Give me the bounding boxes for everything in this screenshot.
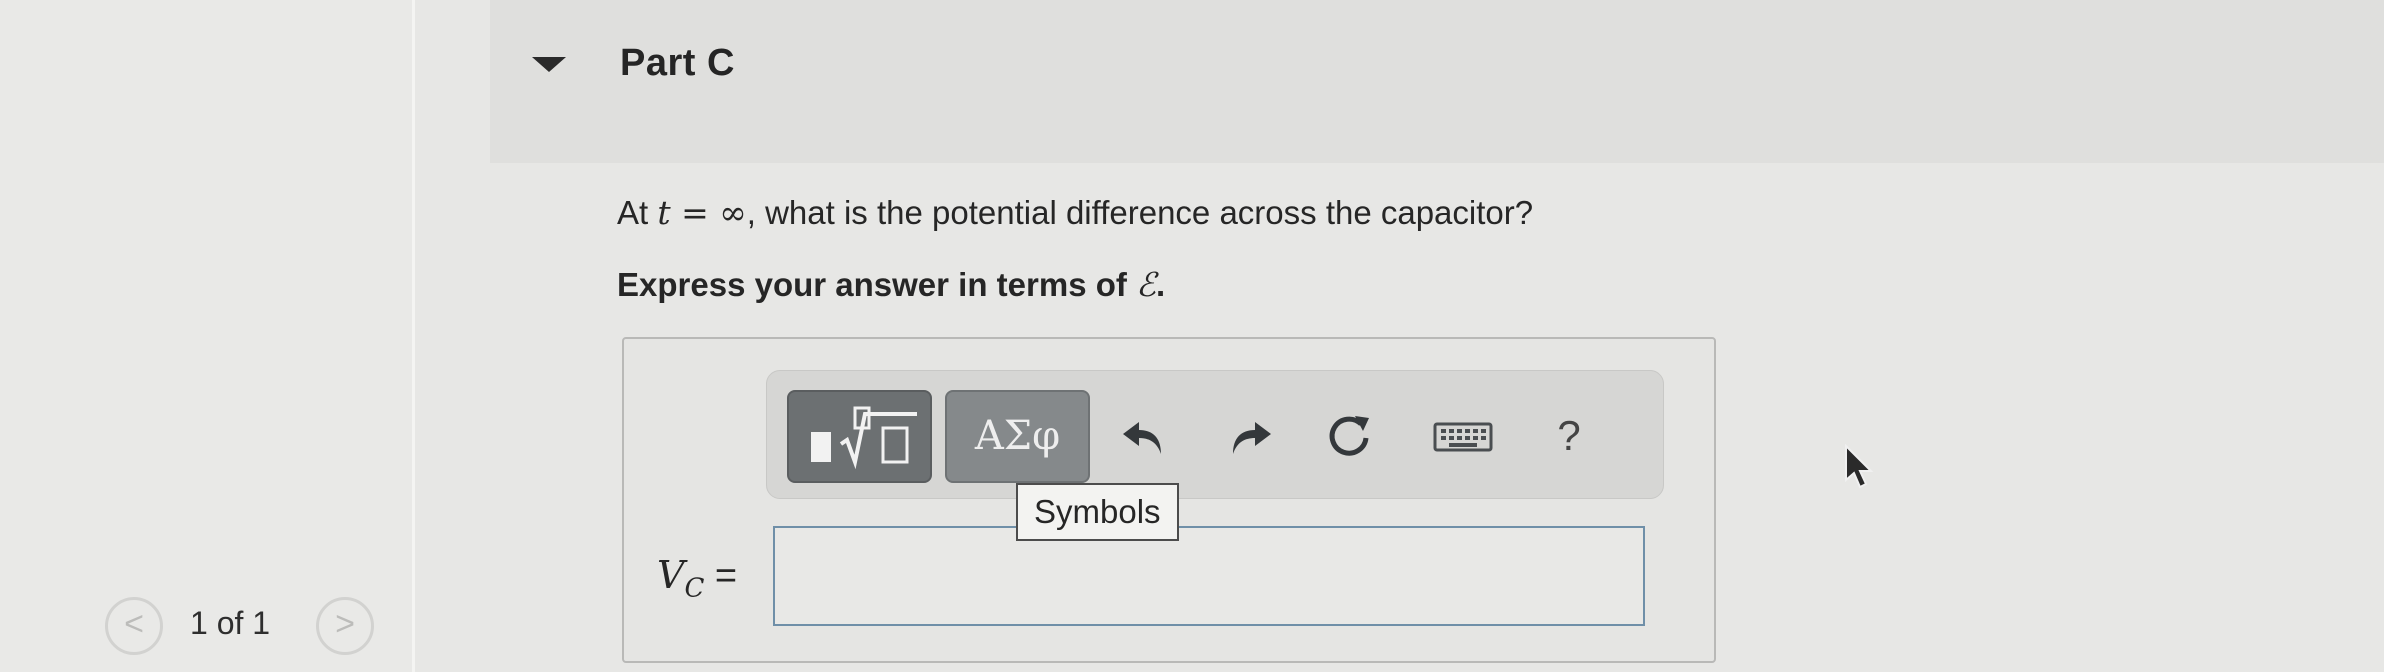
chevron-right-icon: >: [335, 605, 355, 643]
question-variable: t: [657, 193, 671, 232]
emf-symbol: ℰ: [1136, 265, 1157, 304]
part-header: [490, 0, 2384, 163]
mouse-pointer-icon: [1845, 444, 1874, 489]
answer-variable: V: [657, 553, 685, 597]
help-button[interactable]: ?: [1537, 404, 1601, 468]
previous-page-button[interactable]: <: [105, 597, 163, 655]
undo-button[interactable]: [1113, 404, 1177, 468]
templates-button[interactable]: [787, 390, 932, 483]
redo-button[interactable]: [1217, 404, 1281, 468]
question-prefix: At: [617, 194, 658, 231]
answer-variable-label: VC =: [657, 553, 737, 604]
symbols-tooltip: Symbols: [1016, 483, 1179, 541]
question-operator: =: [670, 193, 720, 232]
symbols-button[interactable]: ΑΣφ: [945, 390, 1090, 483]
left-panel: < 1 of 1 >: [0, 0, 412, 672]
instruction-text: Express your answer in terms of: [617, 266, 1137, 303]
page-indicator: 1 of 1: [190, 605, 271, 641]
reset-icon: [1329, 416, 1369, 456]
math-toolbar: ΑΣφ ?: [766, 370, 1664, 499]
keyboard-button[interactable]: [1429, 404, 1499, 468]
undo-icon: [1123, 422, 1161, 454]
reset-button[interactable]: [1317, 404, 1381, 468]
question-text: At t = ∞, what is the potential differen…: [617, 193, 1533, 232]
instruction-end: .: [1156, 266, 1166, 303]
answer-input[interactable]: [773, 526, 1645, 626]
chevron-left-icon: <: [124, 605, 144, 643]
part-title: Part C: [620, 42, 735, 84]
question-value: ∞: [719, 193, 747, 232]
next-page-button[interactable]: >: [316, 597, 374, 655]
answer-instruction: Express your answer in terms of ℰ.: [617, 265, 1165, 304]
answer-subscript: C: [684, 573, 705, 604]
keyboard-icon: [1433, 422, 1493, 452]
redo-icon: [1233, 422, 1271, 454]
templates-icon: [811, 406, 917, 470]
answer-equals: =: [704, 555, 738, 597]
question-suffix: , what is the potential difference acros…: [746, 194, 1534, 231]
collapse-part-toggle[interactable]: [532, 57, 566, 72]
